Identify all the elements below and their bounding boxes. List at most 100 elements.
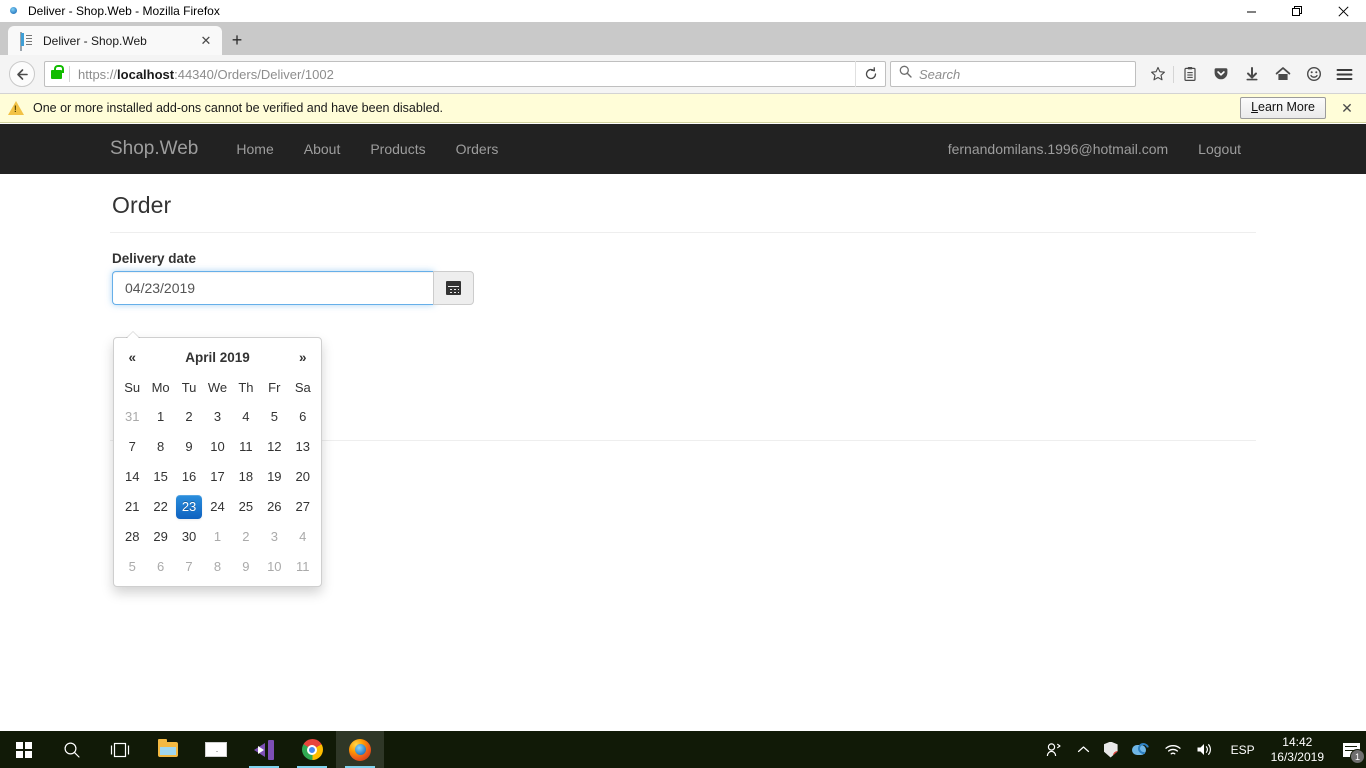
close-tab-icon[interactable]: ✕ (196, 31, 216, 51)
datepicker-day[interactable]: 27 (289, 492, 317, 522)
logout-link[interactable]: Logout (1183, 141, 1256, 157)
search-bar[interactable]: Search (890, 61, 1136, 87)
datepicker-day[interactable]: 18 (232, 462, 260, 492)
datepicker-day[interactable]: 17 (203, 462, 231, 492)
datepicker-day[interactable]: 8 (203, 552, 231, 582)
action-center-icon[interactable]: 1 (1336, 731, 1366, 768)
datepicker-day[interactable]: 9 (175, 432, 203, 462)
windows-defender-icon[interactable]: ! (1097, 731, 1125, 768)
datepicker-day[interactable]: 16 (175, 462, 203, 492)
home-icon[interactable] (1267, 59, 1298, 89)
dismiss-notification-icon[interactable]: ✕ (1336, 97, 1358, 119)
datepicker-day[interactable]: 9 (232, 552, 260, 582)
datepicker-day[interactable]: 26 (260, 492, 288, 522)
search-icon[interactable] (48, 731, 96, 768)
datepicker-day[interactable]: 7 (118, 432, 146, 462)
datepicker-day[interactable]: 20 (289, 462, 317, 492)
back-button[interactable] (6, 59, 38, 89)
volume-icon[interactable] (1189, 731, 1221, 768)
datepicker-next-month-button[interactable]: » (289, 342, 317, 372)
datepicker-day[interactable]: 22 (146, 492, 174, 522)
datepicker-prev-month-button[interactable]: « (118, 342, 146, 372)
datepicker-day[interactable]: 14 (118, 462, 146, 492)
datepicker-table: « April 2019 » Su Mo Tu We Th Fr Sa 31 1… (118, 342, 317, 582)
datepicker-day-label: 9 (185, 439, 193, 454)
url-host: localhost (117, 66, 175, 82)
datepicker-day[interactable]: 1 (146, 402, 174, 432)
datepicker-day[interactable]: 12 (260, 432, 288, 462)
datepicker-day[interactable]: 15 (146, 462, 174, 492)
datepicker-day[interactable]: 25 (232, 492, 260, 522)
datepicker-day[interactable]: 2 (232, 522, 260, 552)
close-button[interactable] (1320, 0, 1366, 22)
tab-strip: Deliver - Shop.Web ✕ + (0, 22, 1366, 55)
datepicker-dropdown[interactable]: « April 2019 » Su Mo Tu We Th Fr Sa 31 1… (113, 331, 322, 587)
bookmark-star-icon[interactable] (1142, 59, 1173, 89)
datepicker-day[interactable]: 5 (118, 552, 146, 582)
chrome-icon[interactable] (288, 731, 336, 768)
reading-list-icon[interactable] (1174, 59, 1205, 89)
datepicker-header: « April 2019 » Su Mo Tu We Th Fr Sa (118, 342, 317, 402)
minimize-button[interactable] (1228, 0, 1274, 22)
nav-link-products[interactable]: Products (355, 141, 440, 157)
datepicker-day[interactable]: 4 (232, 402, 260, 432)
datepicker-day[interactable]: 8 (146, 432, 174, 462)
downloads-icon[interactable] (1236, 59, 1267, 89)
system-tray: ! ESP 14:42 16/3/2019 1 (1039, 731, 1366, 768)
datepicker-day[interactable]: 7 (175, 552, 203, 582)
datepicker-day[interactable]: 21 (118, 492, 146, 522)
site-brand[interactable]: Shop.Web (110, 138, 198, 160)
datepicker-day[interactable]: 6 (146, 552, 174, 582)
hamburger-menu-icon[interactable] (1329, 59, 1360, 89)
datepicker-day[interactable]: 30 (175, 522, 203, 552)
sync-account-icon[interactable] (1298, 59, 1329, 89)
nav-link-home[interactable]: Home (221, 141, 288, 157)
dow-th: Th (238, 379, 254, 395)
datepicker-day[interactable]: 1 (203, 522, 231, 552)
firefox-icon[interactable] (336, 731, 384, 768)
datepicker-day[interactable]: 3 (260, 522, 288, 552)
datepicker-day[interactable]: 5 (260, 402, 288, 432)
datepicker-day[interactable]: 3 (203, 402, 231, 432)
user-email-link[interactable]: fernandomilans.1996@hotmail.com (933, 141, 1183, 157)
datepicker-day[interactable]: 24 (203, 492, 231, 522)
browser-tab[interactable]: Deliver - Shop.Web ✕ (8, 26, 222, 55)
open-datepicker-button[interactable] (433, 271, 474, 305)
address-bar[interactable]: https://localhost:44340/Orders/Deliver/1… (44, 61, 886, 87)
datepicker-day[interactable]: 4 (289, 522, 317, 552)
datepicker-day[interactable]: 10 (260, 552, 288, 582)
datepicker-day[interactable]: 29 (146, 522, 174, 552)
clock[interactable]: 14:42 16/3/2019 (1265, 735, 1336, 765)
file-explorer-icon[interactable] (144, 731, 192, 768)
datepicker-day[interactable]: 10 (203, 432, 231, 462)
datepicker-day[interactable]: 19 (260, 462, 288, 492)
language-indicator[interactable]: ESP (1221, 743, 1265, 757)
start-button-icon[interactable] (0, 731, 48, 768)
datepicker-day-label: 31 (124, 409, 140, 424)
chevron-up-icon[interactable] (1070, 731, 1097, 768)
datepicker-day[interactable]: 6 (289, 402, 317, 432)
datepicker-day[interactable]: 11 (289, 552, 317, 582)
visual-studio-icon[interactable] (240, 731, 288, 768)
wifi-icon[interactable] (1157, 731, 1189, 768)
mail-icon[interactable] (192, 731, 240, 768)
new-tab-button[interactable]: + (222, 26, 252, 55)
datepicker-day[interactable]: 28 (118, 522, 146, 552)
delivery-date-input[interactable] (112, 271, 434, 305)
datepicker-day[interactable]: 31 (118, 402, 146, 432)
datepicker-day[interactable]: 23 (175, 492, 203, 522)
learn-more-button[interactable]: Learn More (1240, 97, 1326, 119)
nav-link-orders[interactable]: Orders (441, 141, 514, 157)
restore-button[interactable] (1274, 0, 1320, 22)
task-view-icon[interactable] (96, 731, 144, 768)
datepicker-month-title[interactable]: April 2019 (146, 342, 288, 372)
reload-button[interactable] (855, 61, 885, 87)
nav-link-about[interactable]: About (289, 141, 356, 157)
datepicker-day-label: 24 (210, 499, 225, 514)
datepicker-day[interactable]: 11 (232, 432, 260, 462)
people-icon[interactable] (1039, 731, 1070, 768)
datepicker-day[interactable]: 2 (175, 402, 203, 432)
onedrive-sync-icon[interactable] (1125, 731, 1157, 768)
datepicker-day[interactable]: 13 (289, 432, 317, 462)
pocket-icon[interactable] (1205, 59, 1236, 89)
